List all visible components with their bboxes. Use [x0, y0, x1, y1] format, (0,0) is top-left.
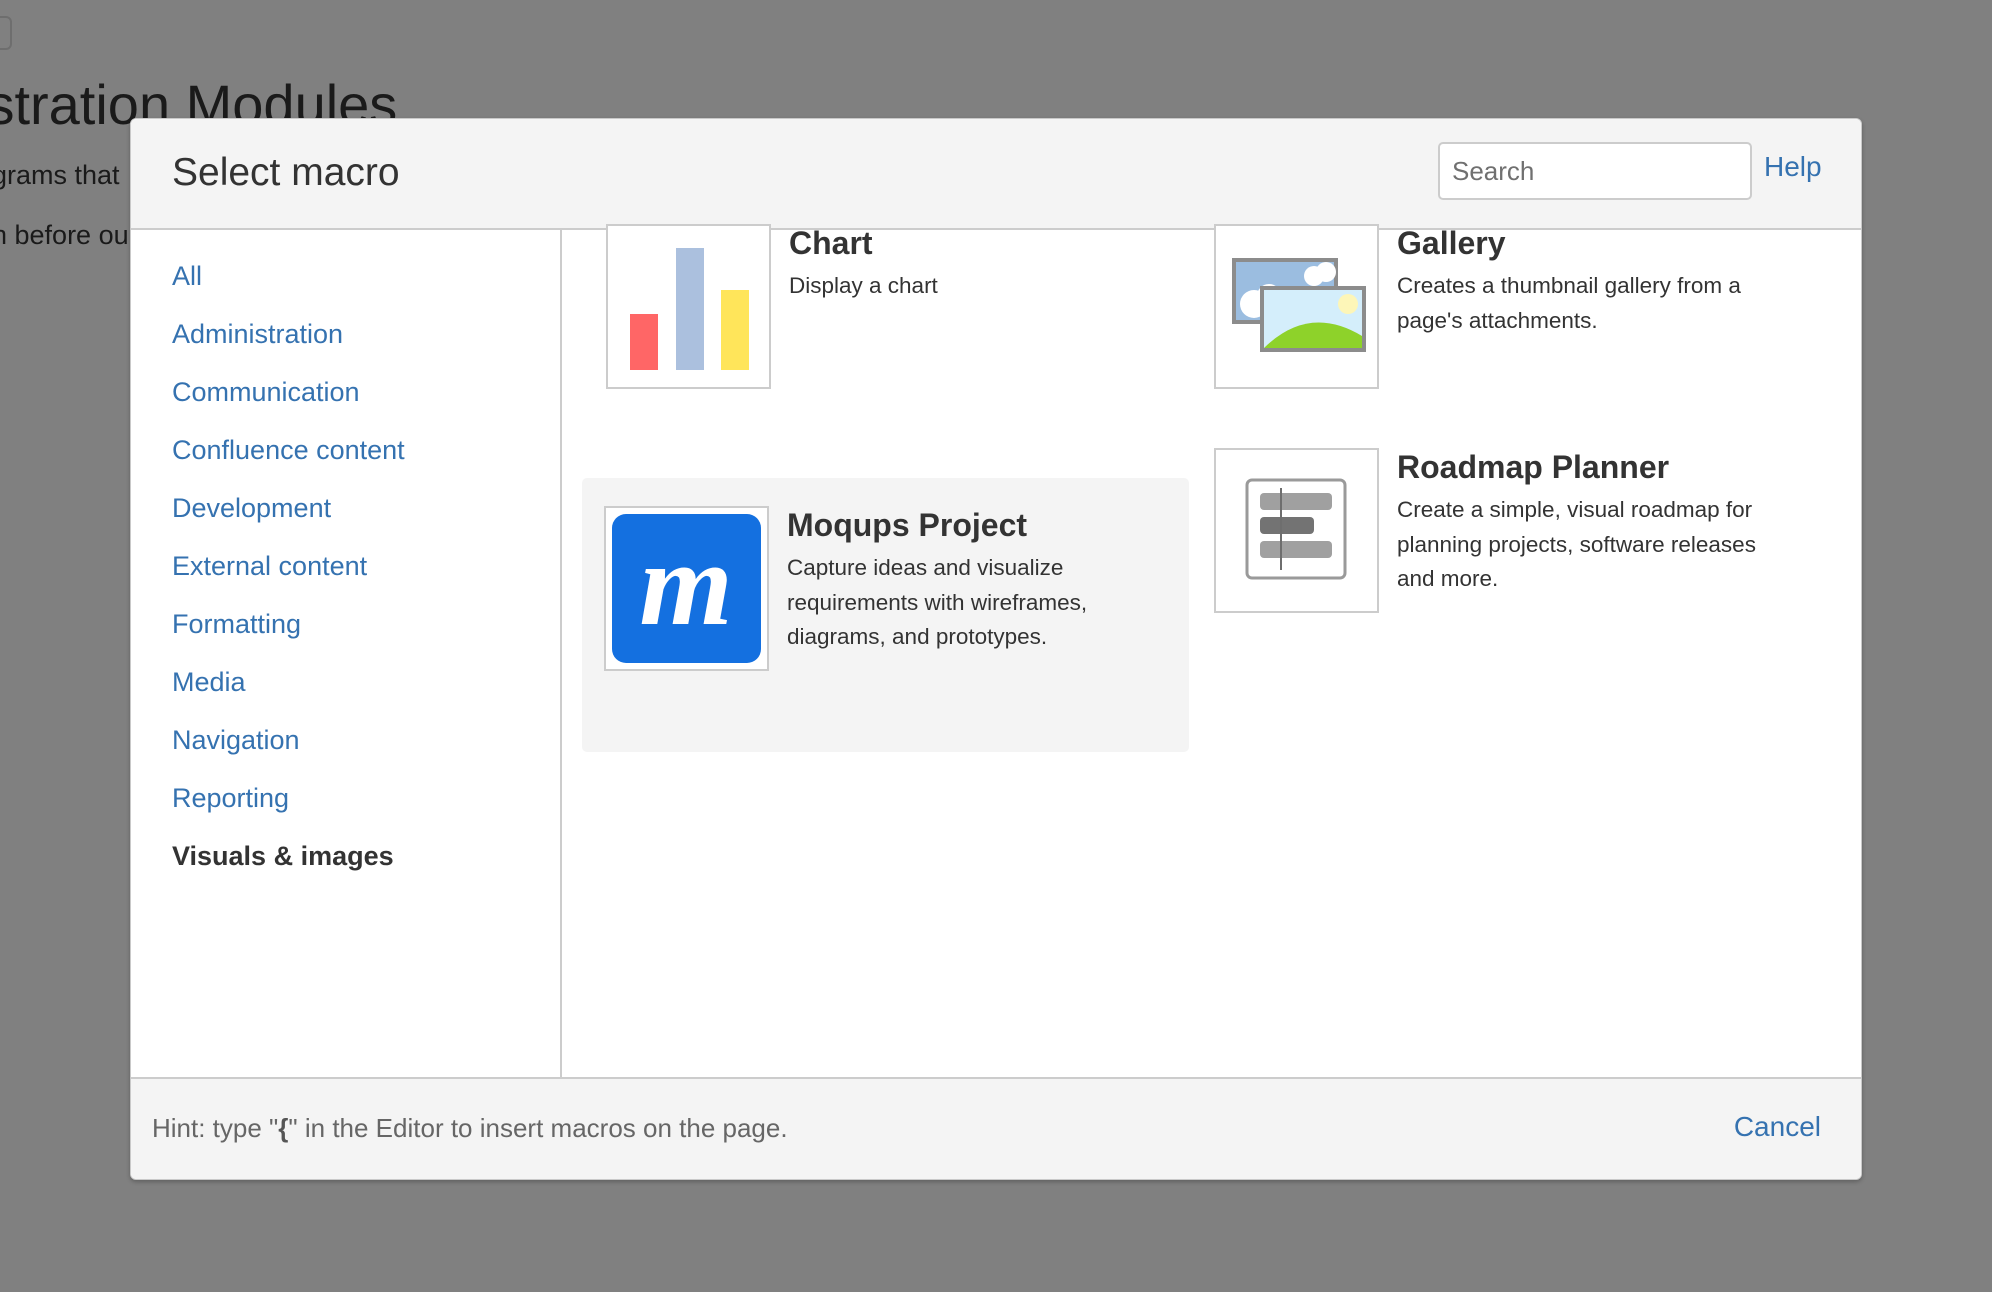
hint-suffix: " in the Editor to insert macros on the … — [288, 1113, 788, 1143]
macro-title: Moqups Project — [787, 507, 1028, 543]
dialog-title: Select macro — [172, 151, 400, 194]
macro-title: Chart — [789, 225, 873, 261]
macro-card-chart[interactable]: Chart Display a chart — [584, 196, 1191, 470]
macro-card-moqups-project[interactable]: m Moqups Project Capture ideas and visua… — [582, 478, 1189, 752]
macro-description: Create a simple, visual roadmap for plan… — [1397, 497, 1756, 591]
search-input[interactable] — [1438, 142, 1752, 200]
macro-card-roadmap-planner[interactable]: Roadmap Planner Create a simple, visual … — [1192, 420, 1799, 694]
category-administration[interactable]: Administration — [172, 318, 343, 350]
category-navigation[interactable]: Navigation — [172, 724, 300, 756]
category-visuals-and-images[interactable]: Visuals & images — [172, 840, 394, 872]
dialog-body: All Administration Communication Conflue… — [131, 224, 1861, 1079]
hint-text: Hint: type "{" in the Editor to insert m… — [152, 1113, 788, 1144]
category-reporting[interactable]: Reporting — [172, 782, 289, 814]
macro-title: Roadmap Planner — [1397, 449, 1670, 485]
background-checkbox — [0, 16, 12, 50]
category-sidebar: All Administration Communication Conflue… — [131, 230, 562, 1079]
category-confluence-content[interactable]: Confluence content — [172, 434, 405, 466]
hint-key: { — [278, 1113, 289, 1143]
macro-title: Gallery — [1397, 225, 1506, 261]
macro-description: Capture ideas and visualize requirements… — [787, 555, 1088, 649]
category-formatting[interactable]: Formatting — [172, 608, 301, 640]
svg-text:m: m — [639, 517, 732, 650]
background-page-text: grams that — [0, 160, 120, 190]
roadmap-icon — [1214, 448, 1379, 613]
macro-description: Display a chart — [789, 273, 938, 298]
help-link[interactable]: Help — [1764, 151, 1822, 183]
image-gallery-icon — [1214, 224, 1379, 389]
category-communication[interactable]: Communication — [172, 376, 360, 408]
bar-chart-icon — [606, 224, 771, 389]
macro-list: Chart Display a chart Gallery Creates a … — [562, 224, 1861, 1079]
category-all[interactable]: All — [172, 260, 202, 292]
background-page-text: n before ou — [0, 220, 129, 250]
moqups-logo-icon: m — [604, 506, 769, 671]
category-external-content[interactable]: External content — [172, 550, 367, 582]
dialog-footer: Hint: type "{" in the Editor to insert m… — [131, 1077, 1861, 1179]
hint-prefix: Hint: type " — [152, 1113, 279, 1143]
cancel-button[interactable]: Cancel — [1734, 1111, 1821, 1143]
category-media[interactable]: Media — [172, 666, 246, 698]
category-development[interactable]: Development — [172, 492, 331, 524]
select-macro-dialog: Select macro Help All Administration Com… — [130, 118, 1862, 1180]
macro-description: Creates a thumbnail gallery from a page'… — [1397, 273, 1741, 333]
